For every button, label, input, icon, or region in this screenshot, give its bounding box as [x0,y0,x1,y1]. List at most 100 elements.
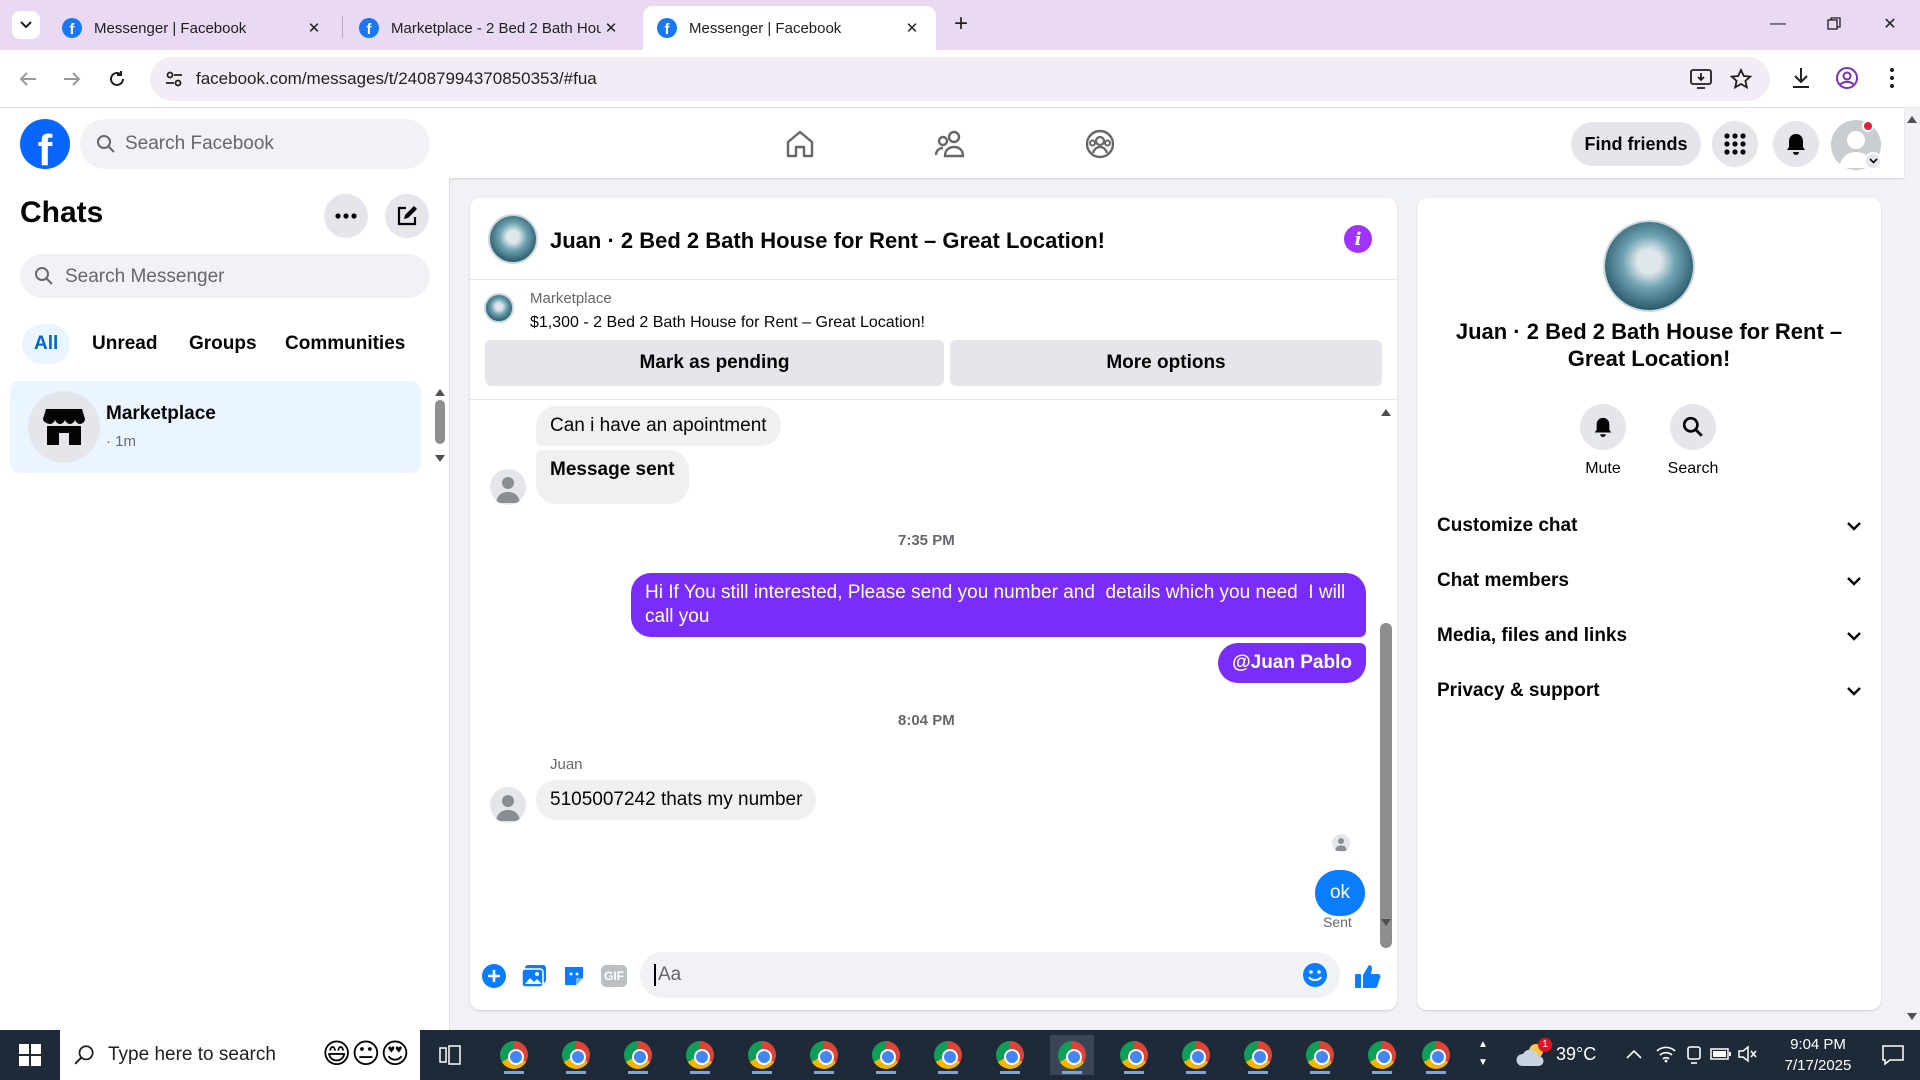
new-message-button[interactable] [385,194,429,238]
search-in-conversation-button[interactable]: Search [1648,404,1738,478]
battery-icon[interactable] [1710,1047,1732,1061]
facebook-logo[interactable]: f [20,119,70,169]
filter-unread[interactable]: Unread [92,324,157,364]
taskbar-overflow-arrows[interactable]: ▲ ▼ [1478,1036,1488,1072]
chat-options-button[interactable] [324,194,368,238]
more-actions-button[interactable] [480,962,508,990]
menu-button[interactable] [1712,121,1758,167]
close-icon[interactable]: ✕ [902,19,922,37]
close-window-button[interactable]: ✕ [1862,0,1918,48]
incoming-message[interactable]: 5105007242 thats my number [536,780,817,820]
taskbar-chrome-14[interactable] [1298,1035,1342,1075]
taskbar-chrome-12[interactable] [1174,1035,1218,1075]
list-scroll-down-icon[interactable] [434,454,446,463]
outgoing-message[interactable]: ok [1315,870,1365,916]
weather-temperature[interactable]: 39°C [1556,1044,1596,1065]
taskbar-chrome-6[interactable] [802,1035,846,1075]
conversation-title[interactable]: Juan · 2 Bed 2 Bath House for Rent – Gre… [550,228,1105,254]
messages-scroll-down-icon[interactable] [1380,918,1392,927]
mark-as-pending-button[interactable]: Mark as pending [485,340,944,386]
taskbar-chrome-13[interactable] [1236,1035,1280,1075]
facebook-search-input[interactable]: Search Facebook [80,119,430,169]
forward-button[interactable] [56,63,88,95]
bookmark-star-icon[interactable] [1730,68,1752,90]
browser-tab-2[interactable]: f Marketplace - 2 Bed 2 Bath Hou ✕ [345,6,635,50]
taskbar-search-input[interactable]: Type here to search 😄😐😍 [60,1030,420,1080]
customize-chat-section[interactable]: Customize chat [1437,506,1861,546]
address-bar[interactable]: facebook.com/messages/t/2408799437085035… [150,57,1770,101]
restore-button[interactable] [1806,0,1862,48]
taskbar-chrome-11[interactable] [1112,1035,1156,1075]
clock[interactable]: 9:04 PM 7/17/2025 [1772,1034,1864,1076]
taskbar-chrome-1[interactable] [492,1035,536,1075]
find-friends-button[interactable]: Find friends [1571,122,1701,166]
filter-communities[interactable]: Communities [285,324,405,364]
privacy-support-section[interactable]: Privacy & support [1437,671,1861,711]
taskbar-chrome-16[interactable] [1414,1035,1458,1075]
task-view-button[interactable] [428,1035,472,1075]
meet-now-icon[interactable] [1686,1045,1702,1065]
message-input[interactable]: Aa [640,952,1340,998]
page-scroll-up-icon[interactable] [1906,114,1918,124]
back-button[interactable] [12,63,44,95]
browser-tab-1[interactable]: f Messenger | Facebook ✕ [48,6,338,50]
sticker-button[interactable] [560,962,588,990]
notifications-button[interactable] [1773,121,1819,167]
list-scrollbar-thumb[interactable] [435,400,445,444]
page-scroll-down-icon[interactable] [1906,1012,1918,1022]
chrome-menu-icon[interactable] [1888,66,1896,90]
taskbar-chrome-15[interactable] [1360,1035,1404,1075]
taskbar-chrome-8[interactable] [926,1035,970,1075]
outgoing-mention-message[interactable]: @Juan Pablo [1218,643,1366,683]
notifications-icon[interactable] [1882,1044,1904,1066]
profile-icon[interactable] [1835,66,1859,90]
taskbar-chrome-7[interactable] [864,1035,908,1075]
taskbar-chrome-10-active[interactable] [1050,1035,1094,1075]
close-icon[interactable]: ✕ [601,19,621,37]
taskbar-chrome-3[interactable] [616,1035,660,1075]
messages-scroll-up-icon[interactable] [1380,408,1392,417]
nav-friends[interactable] [931,124,971,164]
messenger-search-input[interactable]: Search Messenger [20,254,430,298]
sender-avatar[interactable] [490,787,526,823]
chat-list-item[interactable]: Marketplace · 1m [10,381,421,473]
filter-all[interactable]: All [22,324,71,364]
outgoing-message[interactable]: Hi If You still interested, Please send … [631,573,1366,637]
send-like-button[interactable] [1354,962,1382,990]
tab-search-button[interactable] [12,11,40,39]
account-menu-chevron[interactable] [1864,152,1882,170]
more-options-button[interactable]: More options [950,340,1382,386]
browser-tab-3-active[interactable]: f Messenger | Facebook ✕ [643,6,936,50]
new-tab-button[interactable]: + [948,12,974,38]
messages-scrollbar-thumb[interactable] [1380,623,1392,948]
download-icon[interactable] [1790,66,1812,90]
emoji-icon[interactable] [1302,962,1328,988]
incoming-message-sent-status[interactable]: Message sent [536,450,689,504]
volume-muted-icon[interactable] [1738,1045,1758,1063]
wifi-icon[interactable] [1656,1045,1676,1063]
conversation-avatar[interactable] [488,214,538,264]
taskbar-chrome-9[interactable] [988,1035,1032,1075]
listing-title[interactable]: $1,300 - 2 Bed 2 Bath House for Rent – G… [530,314,925,332]
show-hidden-icons-icon[interactable] [1626,1049,1642,1059]
taskbar-chrome-5[interactable] [740,1035,784,1075]
taskbar-chrome-2[interactable] [554,1035,598,1075]
mute-button[interactable]: Mute [1558,404,1648,478]
start-button[interactable] [0,1030,60,1080]
list-scroll-up-icon[interactable] [434,388,446,397]
install-app-icon[interactable] [1690,69,1712,89]
sender-avatar[interactable] [490,469,526,505]
chat-info-avatar[interactable] [1603,220,1695,312]
attach-photo-button[interactable] [520,962,548,990]
gif-button[interactable]: GIF [600,962,628,990]
nav-home[interactable] [780,124,820,164]
site-info-icon[interactable] [164,69,184,89]
info-icon[interactable]: i [1344,225,1372,253]
listing-thumbnail[interactable] [484,293,514,323]
close-icon[interactable]: ✕ [304,19,324,37]
reload-button[interactable] [101,63,133,95]
minimize-button[interactable]: — [1750,0,1806,48]
taskbar-chrome-4[interactable] [678,1035,722,1075]
filter-groups[interactable]: Groups [189,324,257,364]
nav-groups[interactable] [1080,124,1120,164]
